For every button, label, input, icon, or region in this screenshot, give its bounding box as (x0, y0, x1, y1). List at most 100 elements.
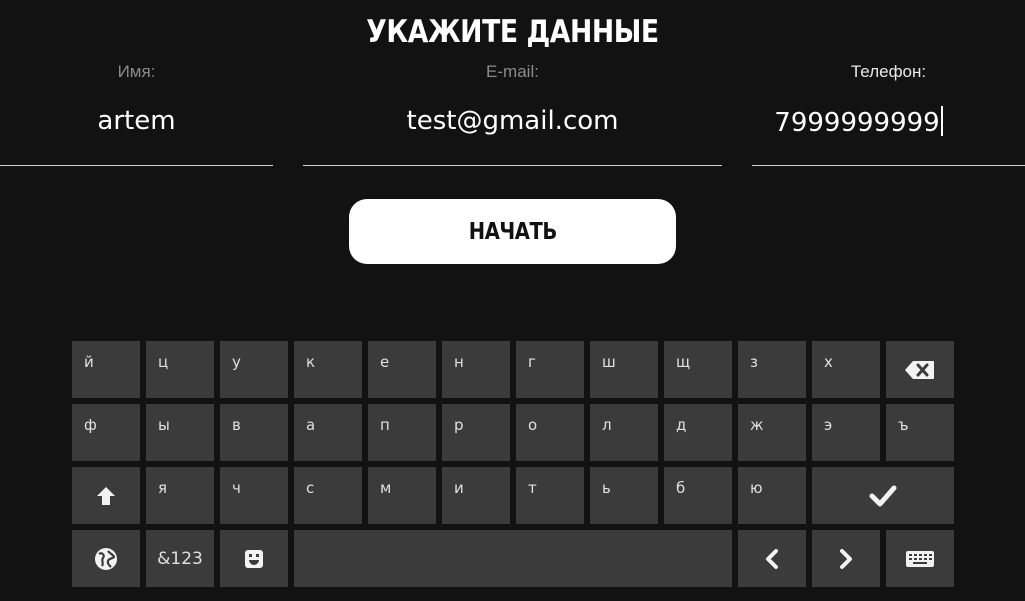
key-label: ц (158, 353, 169, 371)
key-label: щ (676, 353, 691, 371)
key-label: я (158, 479, 168, 497)
start-button[interactable]: НАЧАТЬ (349, 199, 676, 264)
key-row1-2[interactable]: ц (146, 341, 214, 398)
key-row3-5[interactable]: и (442, 467, 510, 524)
key-label: ь (602, 479, 611, 497)
phone-value: 7999999999 (774, 108, 940, 138)
key-row3-6[interactable]: т (516, 467, 584, 524)
key-label: з (750, 353, 758, 371)
key-label: и (454, 479, 464, 497)
key-row2-10[interactable]: ж (738, 404, 806, 461)
key-label: в (232, 416, 241, 434)
globe-icon (95, 547, 117, 570)
key-label: л (602, 416, 612, 434)
phone-underline (752, 165, 1025, 166)
language-key[interactable] (72, 530, 140, 587)
key-row2-9[interactable]: д (664, 404, 732, 461)
key-label: ч (232, 479, 241, 497)
key-label: ф (84, 416, 97, 434)
symbols-key[interactable]: &123 (146, 530, 214, 587)
key-label: д (676, 416, 687, 434)
phone-label: Телефон: (850, 62, 927, 81)
key-label: ж (750, 416, 764, 434)
hide-keyboard-key[interactable] (886, 530, 954, 587)
backspace-key[interactable] (886, 341, 954, 398)
key-label: к (306, 353, 316, 371)
chevron-left-icon (766, 548, 778, 569)
name-label: Имя: (117, 62, 156, 81)
key-label: ш (602, 353, 616, 371)
key-row1-5[interactable]: е (368, 341, 436, 398)
key-row1-10[interactable]: з (738, 341, 806, 398)
key-row3-1[interactable]: я (146, 467, 214, 524)
text-caret (940, 106, 943, 136)
key-label: ъ (898, 416, 909, 434)
key-row3-7[interactable]: ь (590, 467, 658, 524)
key-label: о (528, 416, 538, 434)
phone-field[interactable]: Телефон: 7999999999 (752, 62, 1025, 166)
email-input[interactable]: test@gmail.com (303, 106, 722, 136)
enter-key[interactable] (812, 467, 954, 524)
emoji-key[interactable] (220, 530, 288, 587)
key-row2-12[interactable]: ъ (886, 404, 954, 461)
key-label: ы (158, 416, 170, 434)
cursor-right-key[interactable] (812, 530, 880, 587)
key-label: м (380, 479, 392, 497)
key-label: т (528, 479, 537, 497)
key-label: г (528, 353, 536, 371)
key-row2-5[interactable]: п (368, 404, 436, 461)
backspace-icon (905, 360, 934, 379)
key-row1-4[interactable]: к (294, 341, 362, 398)
name-input[interactable]: artem (0, 106, 273, 136)
name-field[interactable]: Имя: artem (0, 62, 273, 166)
key-row3-8[interactable]: б (664, 467, 732, 524)
key-label: х (824, 353, 833, 371)
key-row3-4[interactable]: м (368, 467, 436, 524)
key-row2-1[interactable]: ф (72, 404, 140, 461)
key-label: с (306, 479, 315, 497)
key-label: б (676, 479, 686, 497)
key-row2-8[interactable]: л (590, 404, 658, 461)
chevron-right-icon (840, 548, 852, 569)
key-row2-6[interactable]: р (442, 404, 510, 461)
key-row2-11[interactable]: э (812, 404, 880, 461)
symbols-key-label: &123 (157, 548, 203, 569)
phone-input[interactable]: 7999999999 (722, 106, 995, 138)
key-label: р (454, 416, 464, 434)
key-label: э (824, 416, 833, 434)
key-label: е (380, 353, 390, 371)
key-row3-3[interactable]: с (294, 467, 362, 524)
key-label: н (454, 353, 464, 371)
key-row1-11[interactable]: х (812, 341, 880, 398)
key-row2-7[interactable]: о (516, 404, 584, 461)
emoji-icon (245, 549, 263, 568)
key-row1-6[interactable]: н (442, 341, 510, 398)
key-row1-1[interactable]: й (72, 341, 140, 398)
key-row3-9[interactable]: ю (738, 467, 806, 524)
key-label: п (380, 416, 390, 434)
key-row1-9[interactable]: щ (664, 341, 732, 398)
email-label: E-mail: (486, 62, 539, 81)
name-underline (0, 165, 273, 166)
key-label: у (232, 353, 241, 371)
key-row1-3[interactable]: у (220, 341, 288, 398)
key-row2-3[interactable]: в (220, 404, 288, 461)
space-key[interactable] (294, 530, 732, 587)
key-label: а (306, 416, 316, 434)
page-title: УКАЖИТЕ ДАННЫЕ (366, 14, 659, 50)
email-field[interactable]: E-mail: test@gmail.com (303, 62, 722, 166)
start-button-label: НАЧАТЬ (468, 218, 557, 245)
key-row2-2[interactable]: ы (146, 404, 214, 461)
shift-key[interactable] (72, 467, 140, 524)
checkmark-icon (869, 485, 897, 506)
keyboard-icon (906, 550, 934, 567)
email-underline (303, 165, 722, 166)
key-label: й (84, 353, 94, 371)
cursor-left-key[interactable] (738, 530, 806, 587)
key-row1-7[interactable]: г (516, 341, 584, 398)
key-row3-2[interactable]: ч (220, 467, 288, 524)
shift-arrow-icon (97, 486, 115, 505)
key-label: ю (750, 479, 763, 497)
key-row1-8[interactable]: ш (590, 341, 658, 398)
key-row2-4[interactable]: а (294, 404, 362, 461)
